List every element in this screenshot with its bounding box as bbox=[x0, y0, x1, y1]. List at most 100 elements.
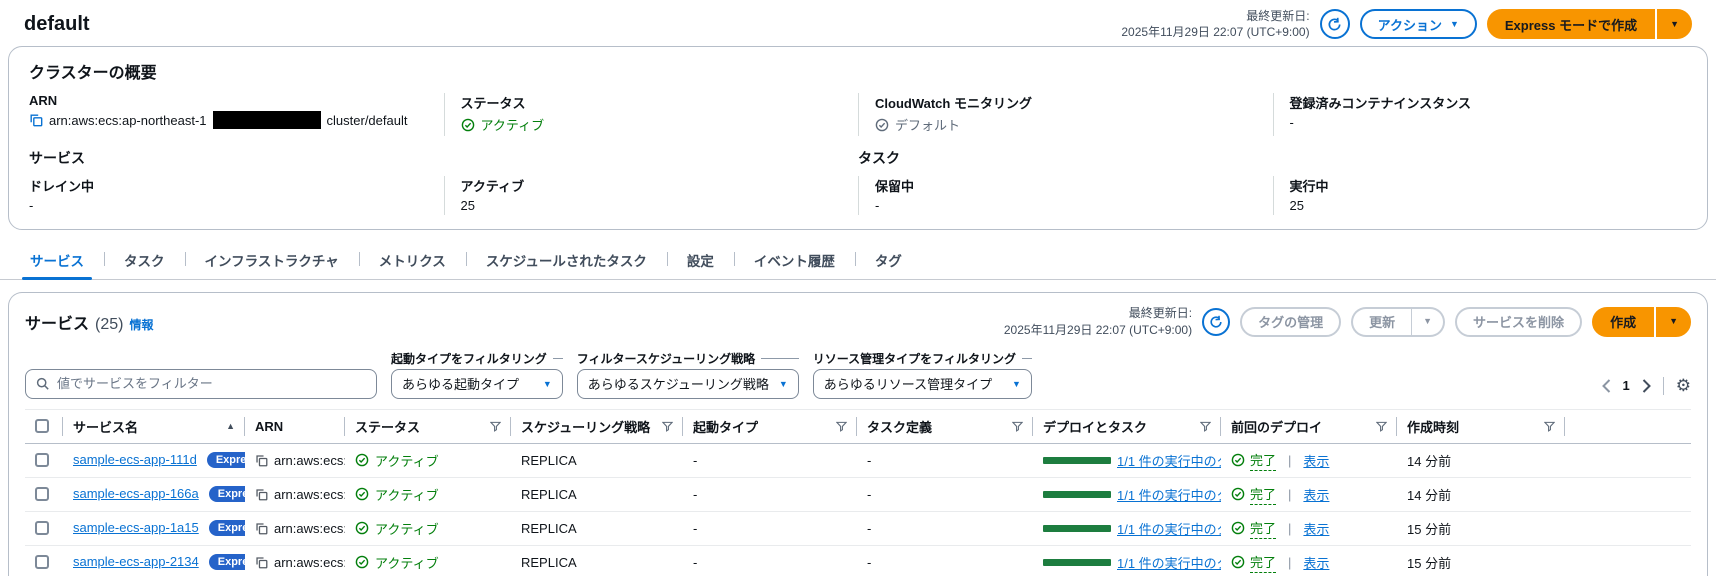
express-badge: Express bbox=[208, 486, 245, 503]
view-deployment-link[interactable]: 表示 bbox=[1303, 451, 1329, 470]
filter-icon[interactable] bbox=[490, 421, 501, 432]
status-success-icon bbox=[355, 555, 369, 569]
update-caret-button[interactable]: ▼ bbox=[1411, 306, 1446, 337]
scheduling-strategy-filter: フィルタースケジューリング戦略 あらゆるスケジューリング戦略 ▼ bbox=[576, 350, 799, 399]
update-button[interactable]: 更新 bbox=[1351, 306, 1412, 337]
filter-icon[interactable] bbox=[836, 421, 847, 432]
deploy-status[interactable]: 完了 bbox=[1250, 552, 1277, 573]
manage-tags-button[interactable]: タグの管理 bbox=[1240, 306, 1342, 337]
tab-tags[interactable]: タグ bbox=[854, 242, 922, 279]
scheduling-strategy-filter-select[interactable]: あらゆるスケジューリング戦略 ▼ bbox=[576, 368, 799, 399]
arn-label: ARN bbox=[29, 93, 58, 109]
tab-tasks[interactable]: タスク bbox=[104, 242, 185, 279]
column-launch-type[interactable]: 起動タイプ bbox=[693, 417, 758, 436]
service-search-box bbox=[25, 368, 377, 399]
resource-management-filter-select[interactable]: あらゆるリソース管理タイプ ▼ bbox=[812, 368, 1032, 399]
service-name-link[interactable]: sample-ecs-app-111d bbox=[73, 452, 197, 467]
task-definition: - bbox=[867, 520, 872, 536]
tab-settings[interactable]: 設定 bbox=[666, 242, 734, 279]
services-last-updated-text: 最終更新日: 2025年11月29日 22:07 (UTC+9:00) bbox=[1003, 306, 1193, 337]
status-success-icon bbox=[355, 487, 369, 501]
view-deployment-link[interactable]: 表示 bbox=[1303, 485, 1329, 504]
create-caret-button[interactable]: ▼ bbox=[1656, 306, 1691, 337]
filter-icon[interactable] bbox=[1376, 421, 1387, 432]
service-name-link[interactable]: sample-ecs-app-166a bbox=[73, 486, 199, 501]
column-arn[interactable]: ARN bbox=[255, 419, 283, 434]
actions-button[interactable]: アクション ▼ bbox=[1359, 9, 1477, 40]
page-title: default bbox=[24, 12, 90, 35]
copy-icon[interactable] bbox=[255, 488, 268, 501]
express-create-button[interactable]: Express モードで作成 bbox=[1486, 9, 1656, 40]
column-last-deployment[interactable]: 前回のデプロイ bbox=[1231, 417, 1322, 436]
launch-type-filter: 起動タイプをフィルタリング あらゆる起動タイプ ▼ bbox=[391, 350, 563, 399]
copy-icon[interactable] bbox=[255, 522, 268, 535]
row-checkbox[interactable] bbox=[35, 453, 49, 468]
deploy-status[interactable]: 完了 bbox=[1250, 450, 1277, 471]
last-updated-label: 最終更新日: bbox=[1246, 9, 1310, 23]
service-search-input[interactable] bbox=[57, 376, 366, 392]
pagination-divider bbox=[1662, 376, 1664, 395]
table-row: sample-ecs-app-166a Express arn:aws:ecs:a… bbox=[25, 477, 1691, 512]
services-refresh-button[interactable] bbox=[1202, 307, 1231, 336]
row-checkbox[interactable] bbox=[35, 555, 49, 570]
filter-icon[interactable] bbox=[1200, 421, 1211, 432]
table-row: sample-ecs-app-111d Express arn:aws:ecs:a… bbox=[25, 443, 1691, 478]
row-checkbox[interactable] bbox=[35, 487, 49, 502]
service-status: アクティブ bbox=[375, 453, 439, 469]
overview-stats: ドレイン中 - アクティブ 25 保留中 - 実行中 25 bbox=[29, 176, 1687, 216]
copy-icon[interactable] bbox=[255, 556, 268, 569]
tab-metrics[interactable]: メトリクス bbox=[358, 242, 466, 279]
column-status[interactable]: ステータス bbox=[355, 417, 420, 436]
created-time: 15 分前 bbox=[1407, 521, 1452, 537]
deploy-success-icon bbox=[1231, 521, 1245, 535]
services-panel-title: サービス bbox=[25, 315, 90, 333]
filter-icon[interactable] bbox=[1012, 421, 1023, 432]
running-tasks-link[interactable]: 1/1 件の実行中のタスク bbox=[1117, 553, 1221, 572]
next-page-button[interactable] bbox=[1642, 379, 1651, 393]
status-field: ステータス アクティブ bbox=[443, 93, 859, 137]
resource-management-filter-label: リソース管理タイプをフィルタリング bbox=[813, 350, 1032, 367]
running-tasks-link[interactable]: 1/1 件の実行中のタスク bbox=[1117, 485, 1221, 504]
created-time: 14 分前 bbox=[1407, 453, 1452, 469]
deploy-success-icon bbox=[1231, 487, 1245, 501]
service-name-link[interactable]: sample-ecs-app-2134 bbox=[73, 554, 199, 569]
filter-icon[interactable] bbox=[662, 421, 673, 432]
launch-type-filter-select[interactable]: あらゆる起動タイプ ▼ bbox=[391, 368, 563, 399]
tab-services[interactable]: サービス bbox=[10, 242, 104, 281]
tab-scheduled-tasks[interactable]: スケジュールされたタスク bbox=[465, 242, 667, 279]
create-button[interactable]: 作成 bbox=[1592, 306, 1655, 337]
delete-service-button[interactable]: サービスを削除 bbox=[1455, 306, 1583, 337]
page-number[interactable]: 1 bbox=[1623, 378, 1630, 393]
cluster-overview-title: クラスターの概要 bbox=[29, 65, 157, 83]
previous-page-button[interactable] bbox=[1601, 379, 1611, 393]
tab-infrastructure[interactable]: インフラストラクチャ bbox=[184, 242, 359, 279]
express-create-caret-button[interactable]: ▼ bbox=[1657, 9, 1692, 40]
refresh-button[interactable] bbox=[1319, 9, 1350, 40]
deploy-status[interactable]: 完了 bbox=[1250, 484, 1277, 505]
deploy-status[interactable]: 完了 bbox=[1250, 518, 1277, 539]
copy-icon[interactable] bbox=[255, 454, 268, 467]
services-count: (25) bbox=[95, 315, 124, 333]
services-panel-actions: 最終更新日: 2025年11月29日 22:07 (UTC+9:00) タグの管… bbox=[1004, 305, 1691, 337]
filter-icon[interactable] bbox=[1544, 421, 1555, 432]
table-preferences-gear-icon[interactable]: ⚙ bbox=[1676, 377, 1691, 394]
tab-event-history[interactable]: イベント履歴 bbox=[733, 242, 855, 279]
column-deployments-and-tasks[interactable]: デプロイとタスク bbox=[1043, 417, 1147, 436]
column-task-definition[interactable]: タスク定義 bbox=[867, 417, 932, 436]
row-checkbox[interactable] bbox=[35, 521, 49, 536]
select-all-checkbox[interactable] bbox=[35, 419, 49, 434]
view-deployment-link[interactable]: 表示 bbox=[1303, 519, 1329, 538]
view-deployment-link[interactable]: 表示 bbox=[1303, 553, 1329, 572]
sort-ascending-icon[interactable]: ▲ bbox=[226, 421, 235, 431]
running-tasks-link[interactable]: 1/1 件の実行中のタスク bbox=[1117, 519, 1221, 538]
column-scheduling-strategy[interactable]: スケジューリング戦略 bbox=[521, 417, 650, 436]
cell-divider: | bbox=[1288, 486, 1292, 502]
running-tasks-link[interactable]: 1/1 件の実行中のタスク bbox=[1117, 451, 1221, 470]
express-badge: Express bbox=[206, 452, 245, 469]
copy-icon[interactable] bbox=[29, 113, 43, 127]
info-link[interactable]: 情報 bbox=[129, 316, 153, 333]
service-name-link[interactable]: sample-ecs-app-1a15 bbox=[73, 520, 199, 535]
tasks-section-header: タスク bbox=[858, 150, 900, 167]
column-created-at[interactable]: 作成時刻 bbox=[1407, 417, 1459, 436]
column-service-name[interactable]: サービス名 bbox=[73, 417, 138, 436]
